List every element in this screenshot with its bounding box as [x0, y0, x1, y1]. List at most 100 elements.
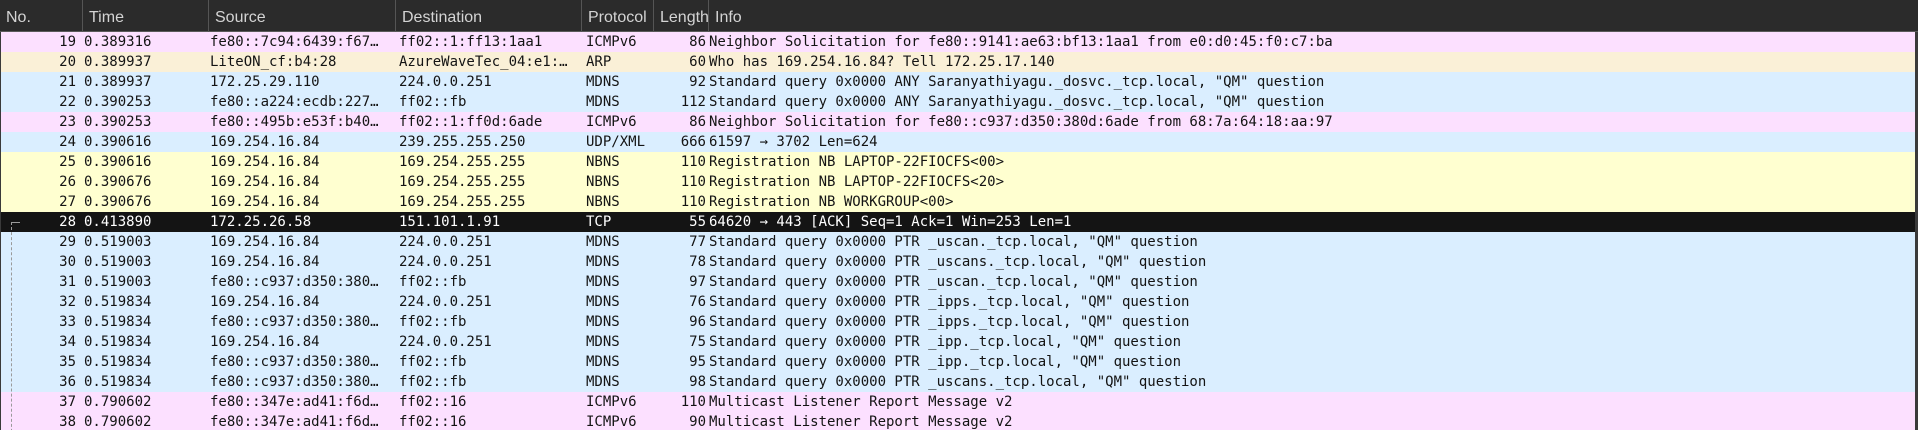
packet-number: 25: [59, 154, 76, 170]
packet-info: Neighbor Solicitation for fe80::c937:d35…: [709, 114, 1333, 130]
packet-destination: 151.101.1.91: [399, 214, 501, 230]
packet-time: 0.390616: [84, 134, 152, 150]
packet-source: fe80::495b:e53f:b40…: [210, 114, 379, 130]
packet-time: 0.519834: [84, 334, 152, 350]
packet-protocol: TCP: [586, 214, 612, 230]
packet-source: 169.254.16.84: [210, 294, 320, 310]
column-header-source[interactable]: Source: [208, 0, 395, 32]
packet-protocol: MDNS: [586, 254, 620, 270]
packet-destination: ff02::fb: [399, 274, 467, 290]
packet-time: 0.390676: [84, 194, 152, 210]
packet-source: fe80::a224:ecdb:227…: [210, 94, 379, 110]
table-row[interactable]: 25 0.390616 169.254.16.84 169.254.255.255 NB…: [0, 152, 1918, 172]
table-row[interactable]: 34 0.519834 169.254.16.84 224.0.0.251 MDNS 75…: [0, 332, 1918, 352]
column-header-length[interactable]: Length: [653, 0, 708, 32]
table-row[interactable]: 27 0.390676 169.254.16.84 169.254.255.255 NB…: [0, 192, 1918, 212]
packet-time: 0.790602: [84, 414, 152, 430]
table-row[interactable]: 31 0.519003 fe80::c937:d350:380… ff02::fb MD…: [0, 272, 1918, 292]
packet-number: 20: [59, 54, 76, 70]
table-row[interactable]: 24 0.390616 169.254.16.84 239.255.255.250 UD…: [0, 132, 1918, 152]
packet-length: 60: [689, 54, 706, 70]
packet-destination: ff02::fb: [399, 374, 467, 390]
related-packet-corner-icon: [11, 222, 20, 223]
packet-number: 32: [59, 294, 76, 310]
table-row[interactable]: 30 0.519003 169.254.16.84 224.0.0.251 MDNS 78…: [0, 252, 1918, 272]
packet-destination: ff02::16: [399, 394, 467, 410]
packet-source: fe80::c937:d350:380…: [210, 314, 379, 330]
packet-info: Standard query 0x0000 PTR _ipps._tcp.loc…: [709, 294, 1190, 310]
packet-destination: ff02::16: [399, 414, 467, 430]
table-row[interactable]: 23 0.390253 fe80::495b:e53f:b40… ff02::1:ff…: [0, 112, 1918, 132]
packet-protocol: MDNS: [586, 74, 620, 90]
table-row[interactable]: 29 0.519003 169.254.16.84 224.0.0.251 MDNS 77…: [0, 232, 1918, 252]
packet-time: 0.519834: [84, 374, 152, 390]
packet-time: 0.389937: [84, 74, 152, 90]
packet-number: 35: [59, 354, 76, 370]
table-row[interactable]: 35 0.519834 fe80::c937:d350:380… ff02::fb MD…: [0, 352, 1918, 372]
table-row[interactable]: 38 0.790602 fe80::347e:ad41:f6d… ff02::16 IC…: [0, 412, 1918, 430]
packet-protocol: MDNS: [586, 314, 620, 330]
packet-protocol: MDNS: [586, 294, 620, 310]
packet-info: 64620 → 443 [ACK] Seq=1 Ack=1 Win=253 Le…: [709, 214, 1072, 230]
packet-number: 29: [59, 234, 76, 250]
packet-length: 92: [689, 74, 706, 90]
packet-destination: ff02::fb: [399, 354, 467, 370]
packet-number: 23: [59, 114, 76, 130]
table-row[interactable]: 36 0.519834 fe80::c937:d350:380… ff02::fb MD…: [0, 372, 1918, 392]
packet-number: 21: [59, 74, 76, 90]
packet-number: 22: [59, 94, 76, 110]
packet-source: fe80::c937:d350:380…: [210, 374, 379, 390]
table-row[interactable]: 22 0.390253 fe80::a224:ecdb:227… ff02::fb MD…: [0, 92, 1918, 112]
packet-time: 0.790602: [84, 394, 152, 410]
packet-number: 38: [59, 414, 76, 430]
packet-protocol: ICMPv6: [586, 114, 637, 130]
packet-protocol: ICMPv6: [586, 414, 637, 430]
list-left-border: [0, 32, 1, 430]
column-header-info[interactable]: Info: [708, 0, 1918, 32]
packet-info: Standard query 0x0000 ANY Saranyathiyagu…: [709, 74, 1325, 90]
packet-length: 98: [689, 374, 706, 390]
packet-protocol: ARP: [586, 54, 612, 70]
packet-number: 19: [59, 34, 76, 50]
table-row[interactable]: 32 0.519834 169.254.16.84 224.0.0.251 MDNS 76…: [0, 292, 1918, 312]
packet-time: 0.519003: [84, 274, 152, 290]
packet-length: 112: [680, 94, 706, 110]
column-header-destination[interactable]: Destination: [395, 0, 581, 32]
packet-destination: 169.254.255.255: [399, 194, 526, 210]
table-row[interactable]: 37 0.790602 fe80::347e:ad41:f6d… ff02::16 IC…: [0, 392, 1918, 412]
table-row[interactable]: 20 0.389937 LiteON_cf:b4:28 AzureWaveTec_04…: [0, 52, 1918, 72]
packet-destination: 224.0.0.251: [399, 294, 492, 310]
packet-source: 169.254.16.84: [210, 134, 320, 150]
packet-destination: 224.0.0.251: [399, 74, 492, 90]
packet-time: 0.519834: [84, 294, 152, 310]
packet-protocol: ICMPv6: [586, 394, 637, 410]
column-header-protocol[interactable]: Protocol: [581, 0, 653, 32]
packet-source: 169.254.16.84: [210, 154, 320, 170]
packet-time: 0.413890: [84, 214, 152, 230]
packet-protocol: MDNS: [586, 374, 620, 390]
packet-info: Registration NB LAPTOP-22FIOCFS<20>: [709, 174, 1005, 190]
packet-protocol: MDNS: [586, 354, 620, 370]
packet-source: 169.254.16.84: [210, 234, 320, 250]
packet-length: 78: [689, 254, 706, 270]
packet-length: 97: [689, 274, 706, 290]
table-row-selected[interactable]: 28 0.413890 172.25.26.58 151.101.1.91 TCP 55 6…: [0, 212, 1918, 232]
packet-source: 169.254.16.84: [210, 174, 320, 190]
table-row[interactable]: 33 0.519834 fe80::c937:d350:380… ff02::fb MD…: [0, 312, 1918, 332]
packet-length: 110: [680, 154, 706, 170]
table-row[interactable]: 19 0.389316 fe80::7c94:6439:f67… ff02::1:ff…: [0, 32, 1918, 52]
column-header-no[interactable]: No.: [0, 0, 82, 32]
table-row[interactable]: 26 0.390676 169.254.16.84 169.254.255.255 NB…: [0, 172, 1918, 192]
packet-source: 169.254.16.84: [210, 334, 320, 350]
packet-time: 0.519834: [84, 314, 152, 330]
packet-time: 0.389316: [84, 34, 152, 50]
column-header-time[interactable]: Time: [82, 0, 208, 32]
packet-number: 28: [59, 214, 76, 230]
packet-length: 110: [680, 174, 706, 190]
packet-info: Multicast Listener Report Message v2: [709, 394, 1013, 410]
packet-source: fe80::c937:d350:380…: [210, 274, 379, 290]
packet-number: 33: [59, 314, 76, 330]
packet-list-pane[interactable]: No. Time Source Destination Protocol Len…: [0, 0, 1918, 430]
table-row[interactable]: 21 0.389937 172.25.29.110 224.0.0.251 MDNS 92…: [0, 72, 1918, 92]
packet-length: 75: [689, 334, 706, 350]
